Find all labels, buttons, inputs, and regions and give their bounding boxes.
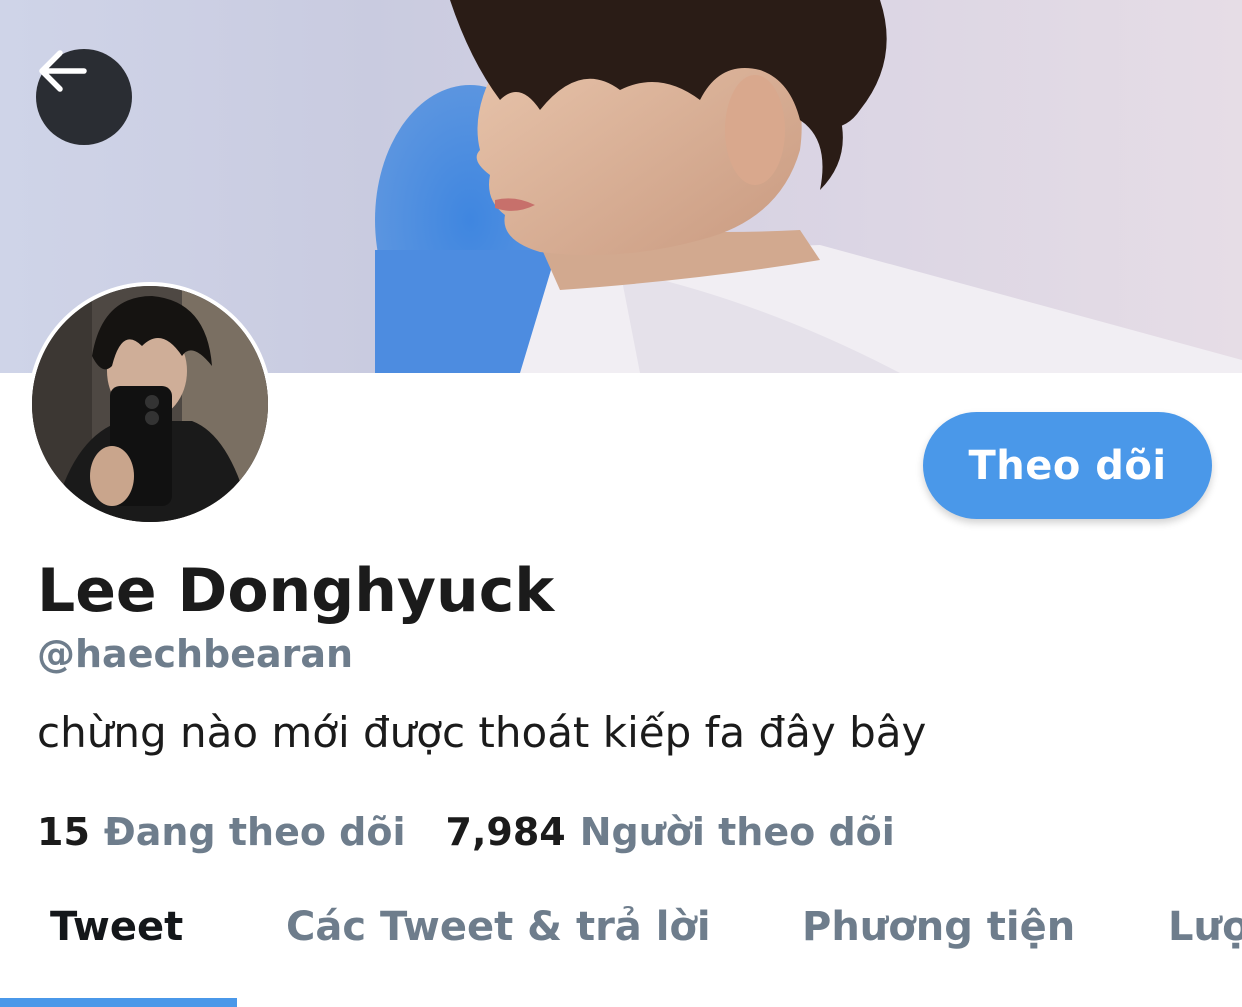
- display-name: Lee Donghyuck: [37, 556, 555, 626]
- tab-tweets-and-replies[interactable]: Các Tweet & trả lời: [286, 904, 711, 950]
- following-stat[interactable]: 15 Đang theo dõi: [37, 810, 406, 854]
- following-label: Đang theo dõi: [103, 810, 406, 854]
- follow-stats: 15 Đang theo dõi 7,984 Người theo dõi: [37, 810, 895, 854]
- arrow-left-icon: [39, 50, 87, 92]
- tab-tweets[interactable]: Tweet: [50, 904, 183, 950]
- profile-bio: chừng nào mới được thoát kiếp fa đây bây: [37, 708, 927, 757]
- followers-stat[interactable]: 7,984 Người theo dõi: [446, 810, 895, 854]
- follow-button[interactable]: Theo dõi: [923, 412, 1212, 519]
- profile-tabs: Tweet Các Tweet & trả lời Phương tiện Lư…: [0, 878, 1242, 1007]
- back-button[interactable]: [36, 49, 132, 145]
- avatar-photo: [32, 286, 268, 522]
- followers-count: 7,984: [445, 810, 566, 854]
- user-handle: @haechbearan: [37, 632, 354, 676]
- active-tab-indicator: [0, 998, 237, 1007]
- following-count: 15: [37, 810, 90, 854]
- tab-media[interactable]: Phương tiện: [802, 904, 1075, 950]
- avatar[interactable]: [28, 282, 272, 526]
- tab-likes[interactable]: Lượt thích: [1168, 904, 1242, 950]
- followers-label: Người theo dõi: [579, 810, 895, 854]
